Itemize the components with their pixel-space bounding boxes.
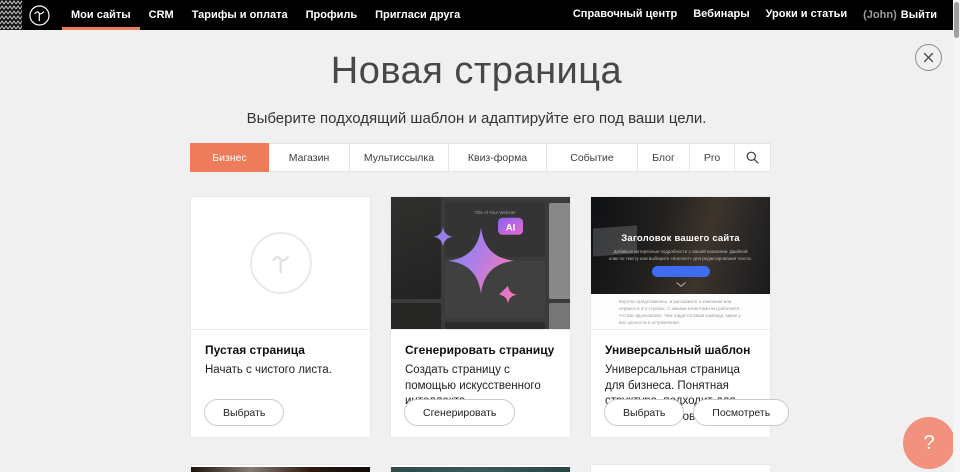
- template-card-partial[interactable]: [390, 464, 571, 472]
- blank-page-thumbnail: [191, 197, 370, 330]
- tab-store[interactable]: Магазин: [269, 143, 350, 172]
- template-card-grid-row2: [190, 464, 771, 472]
- tab-multilink[interactable]: Мультиссылка: [350, 143, 449, 172]
- nav-crm[interactable]: CRM: [140, 0, 183, 30]
- nav-help-center[interactable]: Справочный центр: [565, 0, 685, 30]
- template-category-tabs: Бизнес Магазин Мультиссылка Квиз-форма С…: [190, 143, 771, 172]
- tab-blog[interactable]: Блог: [638, 143, 690, 172]
- tilda-logo-watermark-icon: [250, 232, 312, 294]
- tab-quiz-form[interactable]: Квиз-форма: [449, 143, 547, 172]
- close-button[interactable]: [915, 44, 942, 71]
- template-hero-preview: Заголовок вашего сайта Добавьте интересн…: [591, 197, 770, 294]
- ai-sparkle-icon: AI: [421, 206, 541, 316]
- template-card-grid: Пустая страница Начать с чистого листа. …: [190, 196, 771, 438]
- main-menu: Мои сайты CRM Тарифы и оплата Профиль Пр…: [62, 0, 469, 30]
- card-description: Начать с чистого листа.: [205, 363, 356, 379]
- chevron-down-icon: [676, 282, 686, 287]
- page-title: Новая страница: [0, 50, 953, 93]
- template-body-preview: Коротко представьтесь, и расскажите о ко…: [591, 294, 770, 330]
- preview-template-button[interactable]: Посмотреть: [693, 399, 789, 426]
- search-templates-button[interactable]: [735, 143, 771, 172]
- nav-webinars[interactable]: Вебинары: [685, 0, 757, 30]
- nav-invite-friend[interactable]: Пригласи друга: [366, 0, 469, 30]
- search-icon: [746, 151, 759, 164]
- generate-button[interactable]: Сгенерировать: [404, 399, 515, 426]
- choose-template-button[interactable]: Выбрать: [604, 399, 684, 426]
- template-card-partial[interactable]: [590, 464, 771, 472]
- preview-body-text: Коротко представьтесь, и расскажите о ко…: [619, 298, 742, 327]
- card-title: Сгенерировать страницу: [405, 343, 556, 357]
- universal-template-thumbnail: Заголовок вашего сайта Добавьте интересн…: [591, 197, 770, 330]
- svg-text:AI: AI: [505, 222, 515, 233]
- preview-subtext: Добавьте интересные подробности о вашей …: [609, 249, 752, 263]
- texture-pattern: [0, 0, 22, 30]
- tab-pro[interactable]: Pro: [690, 143, 735, 172]
- ai-badge: AI: [498, 218, 523, 235]
- nav-pricing[interactable]: Тарифы и оплата: [183, 0, 297, 30]
- card-title: Пустая страница: [205, 343, 356, 357]
- card-title: Универсальный шаблон: [605, 343, 756, 357]
- nav-my-sites[interactable]: Мои сайты: [62, 0, 140, 30]
- nav-lessons[interactable]: Уроки и статьи: [758, 0, 856, 30]
- preview-cta-button: [652, 266, 710, 277]
- ai-generate-thumbnail: Title of Your Website: [391, 197, 570, 330]
- preview-heading: Заголовок вашего сайта: [591, 233, 770, 244]
- template-card-ai-generate[interactable]: Title of Your Website: [390, 196, 571, 438]
- help-button[interactable]: ?: [903, 417, 955, 469]
- template-card-universal[interactable]: Заголовок вашего сайта Добавьте интересн…: [590, 196, 771, 438]
- secondary-menu: Справочный центр Вебинары Уроки и статьи…: [565, 0, 937, 30]
- template-card-blank[interactable]: Пустая страница Начать с чистого листа. …: [190, 196, 371, 438]
- top-navbar: Мои сайты CRM Тарифы и оплата Профиль Пр…: [0, 0, 960, 30]
- choose-blank-button[interactable]: Выбрать: [204, 399, 284, 426]
- tab-event[interactable]: Событие: [547, 143, 638, 172]
- tab-business[interactable]: Бизнес: [190, 143, 269, 172]
- nav-profile[interactable]: Профиль: [297, 0, 366, 30]
- page-subtitle: Выберите подходящий шаблон и адаптируйте…: [0, 110, 953, 127]
- user-session: (John) Выйти: [855, 9, 937, 21]
- user-name: (John): [863, 9, 897, 21]
- close-icon: [923, 52, 934, 63]
- tilda-logo-icon[interactable]: [29, 5, 50, 26]
- template-card-partial[interactable]: [190, 464, 371, 472]
- logout-link[interactable]: Выйти: [901, 9, 937, 21]
- scrollbar[interactable]: [953, 0, 960, 472]
- scrollbar-thumb[interactable]: [954, 2, 959, 38]
